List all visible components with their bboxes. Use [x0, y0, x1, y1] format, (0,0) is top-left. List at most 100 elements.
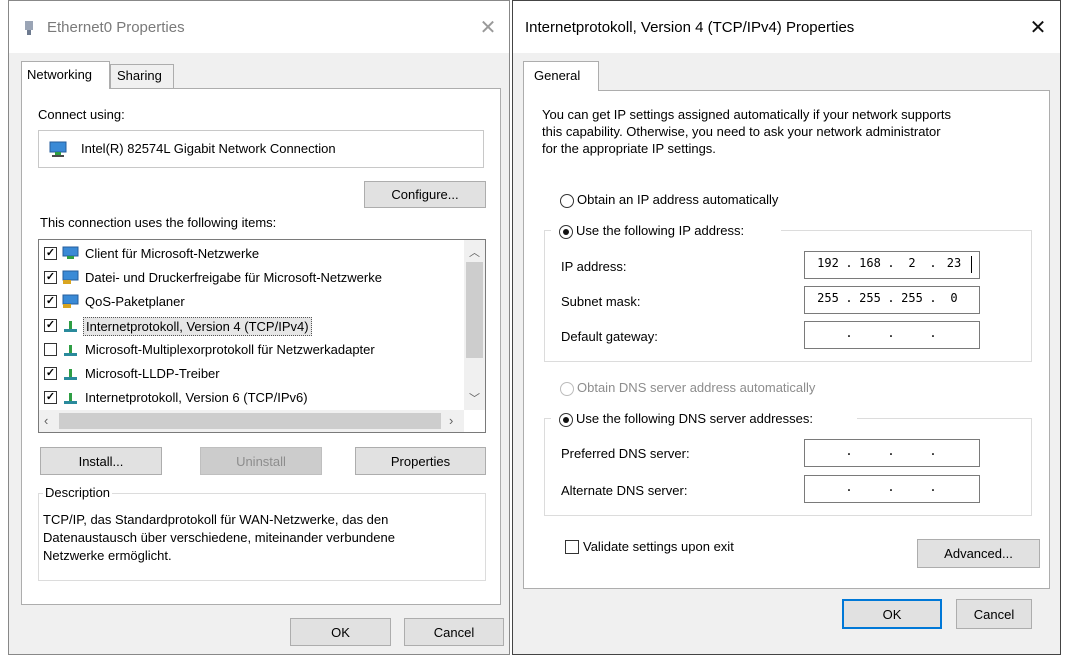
tab-general-label: General [534, 68, 581, 83]
list-item[interactable]: ✓ Internetprotokoll, Version 4 (TCP/IPv4… [39, 314, 464, 338]
scroll-right-icon[interactable]: › [449, 413, 453, 428]
item-checkbox[interactable]: ✓ [44, 271, 57, 284]
item-checkbox[interactable]: ✓ [44, 367, 57, 380]
ip-dot: . [929, 256, 937, 270]
obtain-ip-auto-label[interactable]: Obtain an IP address automatically [577, 192, 778, 207]
ip-dot: . [887, 326, 895, 340]
list-item[interactable]: ✓ Microsoft-LLDP-Treiber [39, 362, 464, 386]
ip-address-label: IP address: [561, 259, 627, 274]
scroll-up-icon[interactable]: ︿ [469, 244, 480, 260]
ip-dot: . [929, 326, 937, 340]
item-checkbox[interactable]: ✓ [44, 319, 57, 332]
ip-dot: . [887, 480, 895, 494]
ip-dot: . [887, 291, 895, 305]
item-checkbox[interactable]: ✓ [44, 295, 57, 308]
use-following-dns-label[interactable]: Use the following DNS server addresses: [576, 411, 813, 426]
tab-networking-label: Networking [27, 67, 93, 82]
ip-dot: . [845, 444, 853, 458]
intro-line: for the appropriate IP settings. [542, 141, 716, 156]
network-client-icon [62, 246, 79, 259]
obtain-dns-auto-label[interactable]: Obtain DNS server address automatically [577, 380, 815, 395]
alternate-dns-label: Alternate DNS server: [561, 483, 688, 498]
cancel-button[interactable]: Cancel [404, 618, 504, 646]
item-checkbox[interactable]: ✓ [44, 391, 57, 404]
adapter-name: Intel(R) 82574L Gigabit Network Connecti… [81, 141, 336, 156]
ip-address-field[interactable]: 192 . 168 . 2 . 23 [804, 251, 980, 279]
list-item[interactable]: ✓ Internetprotokoll, Version 6 (TCP/IPv6… [39, 386, 464, 410]
close-button[interactable]: ✕ [1025, 15, 1051, 41]
description-line: TCP/IP, das Standardprotokoll für WAN-Ne… [43, 512, 389, 527]
tab-sharing[interactable]: Sharing [110, 64, 174, 88]
tab-networking[interactable]: Networking [21, 61, 110, 89]
item-label: Internetprotokoll, Version 4 (TCP/IPv4) [83, 317, 312, 336]
ip-dot: . [887, 256, 895, 270]
vertical-scrollbar[interactable]: ︿ ﹀ [464, 240, 485, 410]
use-following-ip-label[interactable]: Use the following IP address: [576, 223, 744, 238]
item-label: Microsoft-LLDP-Treiber [85, 366, 220, 381]
use-following-dns-radio[interactable] [559, 413, 573, 427]
ok-button[interactable]: OK [290, 618, 391, 646]
ip-octet: 255 [901, 291, 923, 305]
ip-dot: . [845, 256, 853, 270]
horizontal-scrollbar[interactable]: ‹ › [39, 410, 464, 432]
items-label: This connection uses the following items… [40, 215, 277, 230]
ip-dot: . [929, 480, 937, 494]
validate-label[interactable]: Validate settings upon exit [583, 539, 734, 554]
item-checkbox[interactable]: ✓ [44, 247, 57, 260]
obtain-ip-auto-radio[interactable] [560, 194, 574, 208]
item-label: Microsoft-Multiplexorprotokoll für Netzw… [85, 342, 375, 357]
ip-dot: . [845, 291, 853, 305]
cancel-button[interactable]: Cancel [956, 599, 1032, 629]
tab-general[interactable]: General [523, 61, 599, 91]
default-gateway-field[interactable]: . . . [804, 321, 980, 349]
preferred-dns-field[interactable]: . . . [804, 439, 980, 467]
subnet-mask-field[interactable]: 255 . 255 . 255 . 0 [804, 286, 980, 314]
title-bar: Ethernet0 Properties ✕ [9, 1, 509, 53]
properties-button[interactable]: Properties [355, 447, 486, 475]
ip-dot: . [887, 444, 895, 458]
list-item[interactable]: ✓ Client für Microsoft-Netzwerke [39, 242, 464, 266]
networking-tab-page: Connect using: Intel(R) 82574L Gigabit N… [21, 88, 501, 605]
ip-octet: 192 [817, 256, 839, 270]
ip-octet: 23 [946, 256, 962, 270]
intro-line: You can get IP settings assigned automat… [542, 107, 952, 122]
list-item[interactable]: ✓ Datei- und Druckerfreigabe für Microso… [39, 266, 464, 290]
ip-dot: . [845, 480, 853, 494]
scroll-down-icon[interactable]: ﹀ [469, 390, 480, 406]
ip-octet: 168 [859, 256, 881, 270]
adapter-box: Intel(R) 82574L Gigabit Network Connecti… [38, 130, 484, 168]
item-checkbox[interactable] [44, 343, 57, 356]
description-label: Description [43, 485, 113, 500]
ip-address-group: Use the following IP address: IP address… [544, 222, 1032, 362]
obtain-dns-auto-radio[interactable] [560, 382, 574, 396]
items-list-viewport: ✓ Client für Microsoft-Netzwerke ✓ Datei… [39, 242, 464, 410]
dialog-title: Internetprotokoll, Version 4 (TCP/IPv4) … [525, 19, 855, 36]
use-following-ip-radio[interactable] [559, 225, 573, 239]
network-adapter-icon [25, 21, 33, 35]
scroll-left-icon[interactable]: ‹ [44, 413, 48, 428]
uninstall-button[interactable]: Uninstall [200, 447, 322, 475]
network-service-icon [62, 270, 79, 284]
description-line: Datenaustausch über verschiedene, mitein… [43, 530, 395, 545]
ethernet-properties-dialog: Ethernet0 Properties ✕ Networking Sharin… [8, 0, 510, 655]
close-button[interactable]: ✕ [475, 15, 501, 41]
items-list[interactable]: ✓ Client für Microsoft-Netzwerke ✓ Datei… [38, 239, 486, 433]
tab-sharing-label: Sharing [117, 68, 162, 83]
ip-group-header: Use the following IP address: [551, 222, 781, 240]
advanced-button[interactable]: Advanced... [917, 539, 1040, 568]
protocol-icon [64, 321, 77, 332]
scroll-thumb[interactable] [466, 262, 483, 358]
ok-button[interactable]: OK [842, 599, 942, 629]
alternate-dns-field[interactable]: . . . [804, 475, 980, 503]
configure-button[interactable]: Configure... [364, 181, 486, 208]
ip-dot: . [929, 291, 937, 305]
scroll-thumb-horizontal[interactable] [59, 413, 441, 429]
description-group: Description TCP/IP, das Standardprotokol… [38, 485, 486, 581]
validate-checkbox[interactable] [565, 540, 579, 554]
install-button[interactable]: Install... [40, 447, 162, 475]
default-gateway-label: Default gateway: [561, 329, 658, 344]
connect-using-label: Connect using: [38, 107, 125, 122]
list-item[interactable]: ✓ QoS-Paketplaner [39, 290, 464, 314]
list-item[interactable]: Microsoft-Multiplexorprotokoll für Netzw… [39, 338, 464, 362]
ip-octet: 255 [859, 291, 881, 305]
